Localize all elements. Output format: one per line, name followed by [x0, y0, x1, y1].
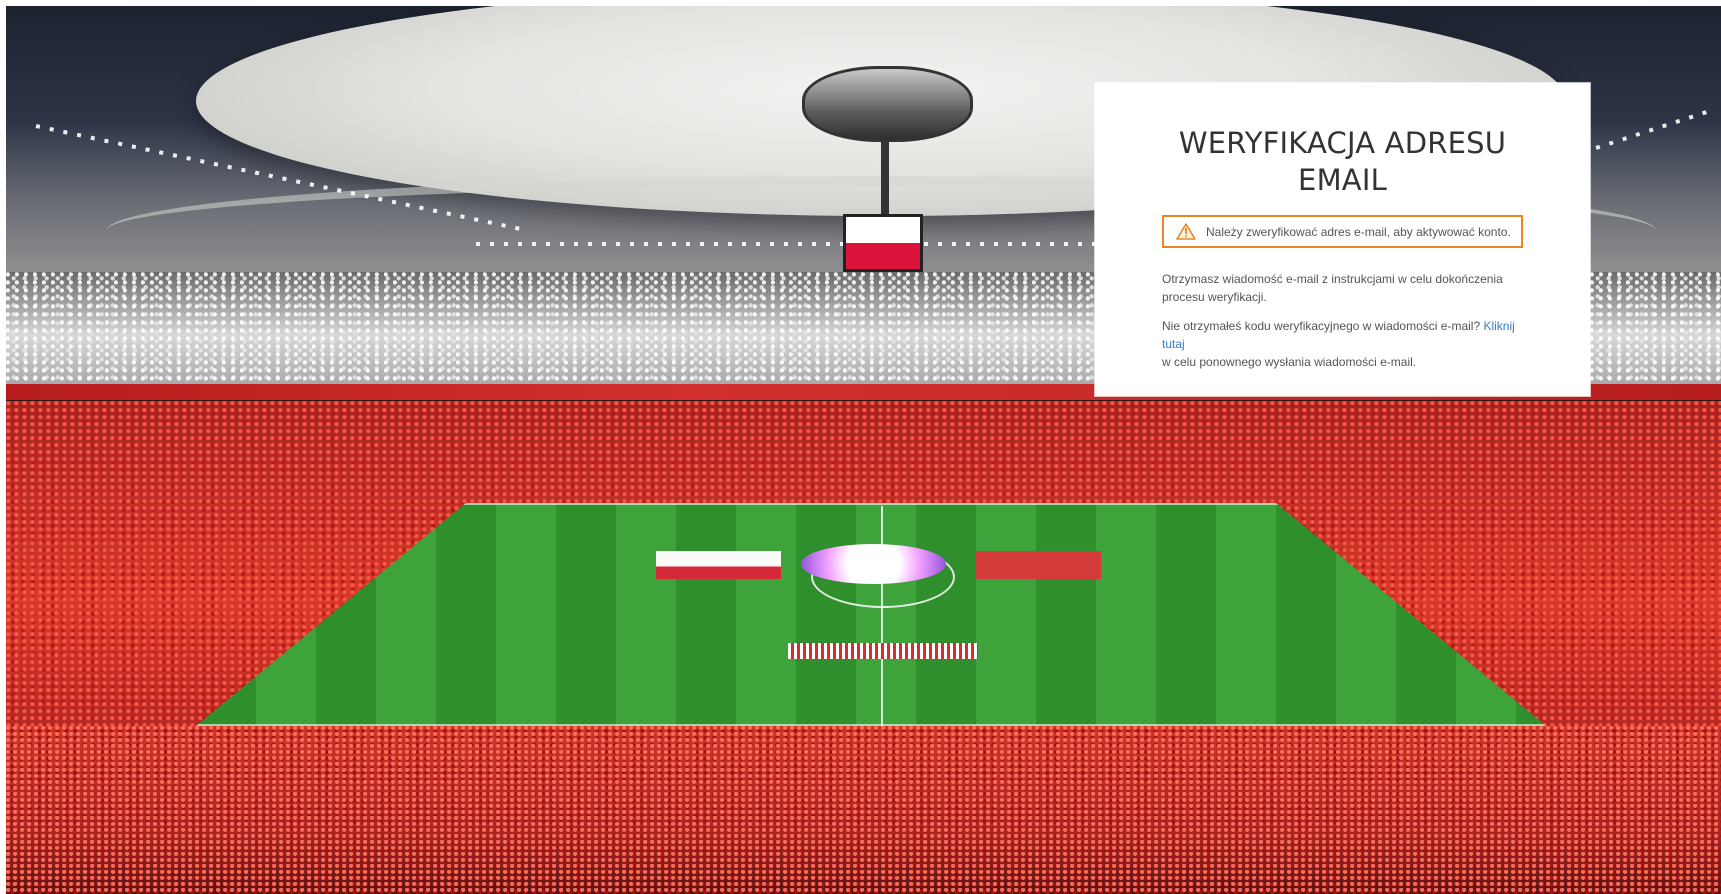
browser-viewport: WERYFIKACJA ADRESU EMAIL Należy zweryfik… [0, 0, 1721, 894]
pitch-flag-white-red [656, 551, 781, 579]
scoreboard-top [802, 66, 973, 142]
instructions-line-1: Otrzymasz wiadomość e-mail z instrukcjam… [1162, 272, 1503, 286]
page-title: WERYFIKACJA ADRESU EMAIL [1162, 125, 1523, 199]
warning-text: Należy zweryfikować adres e-mail, aby ak… [1206, 224, 1511, 239]
player-lineup [788, 643, 978, 659]
stadium-lights-center [476, 242, 1106, 246]
front-crowd [6, 726, 1721, 894]
title-line-1: WERYFIKACJA ADRESU [1178, 126, 1507, 160]
verification-warning: Należy zweryfikować adres e-mail, aby ak… [1162, 215, 1523, 248]
instructions-line-2: procesu weryfikacji. [1162, 290, 1267, 304]
resend-suffix: w celu ponownego wysłania wiadomości e-m… [1162, 355, 1417, 369]
scoreboard-flag-screen [843, 214, 923, 272]
pitch-flag-red [976, 551, 1101, 579]
email-verification-card: WERYFIKACJA ADRESU EMAIL Należy zweryfik… [1095, 83, 1590, 396]
pitch-logo-flag [801, 544, 946, 584]
pitch-center-line [881, 506, 883, 726]
title-line-2: EMAIL [1298, 163, 1387, 197]
warning-triangle-icon [1176, 223, 1196, 240]
verification-instructions: Otrzymasz wiadomość e-mail z instrukcjam… [1162, 270, 1523, 306]
resend-prefix: Nie otrzymałeś kodu weryfikacyjnego w wi… [1162, 319, 1481, 333]
resend-email-message: Nie otrzymałeś kodu weryfikacyjnego w wi… [1162, 317, 1523, 371]
